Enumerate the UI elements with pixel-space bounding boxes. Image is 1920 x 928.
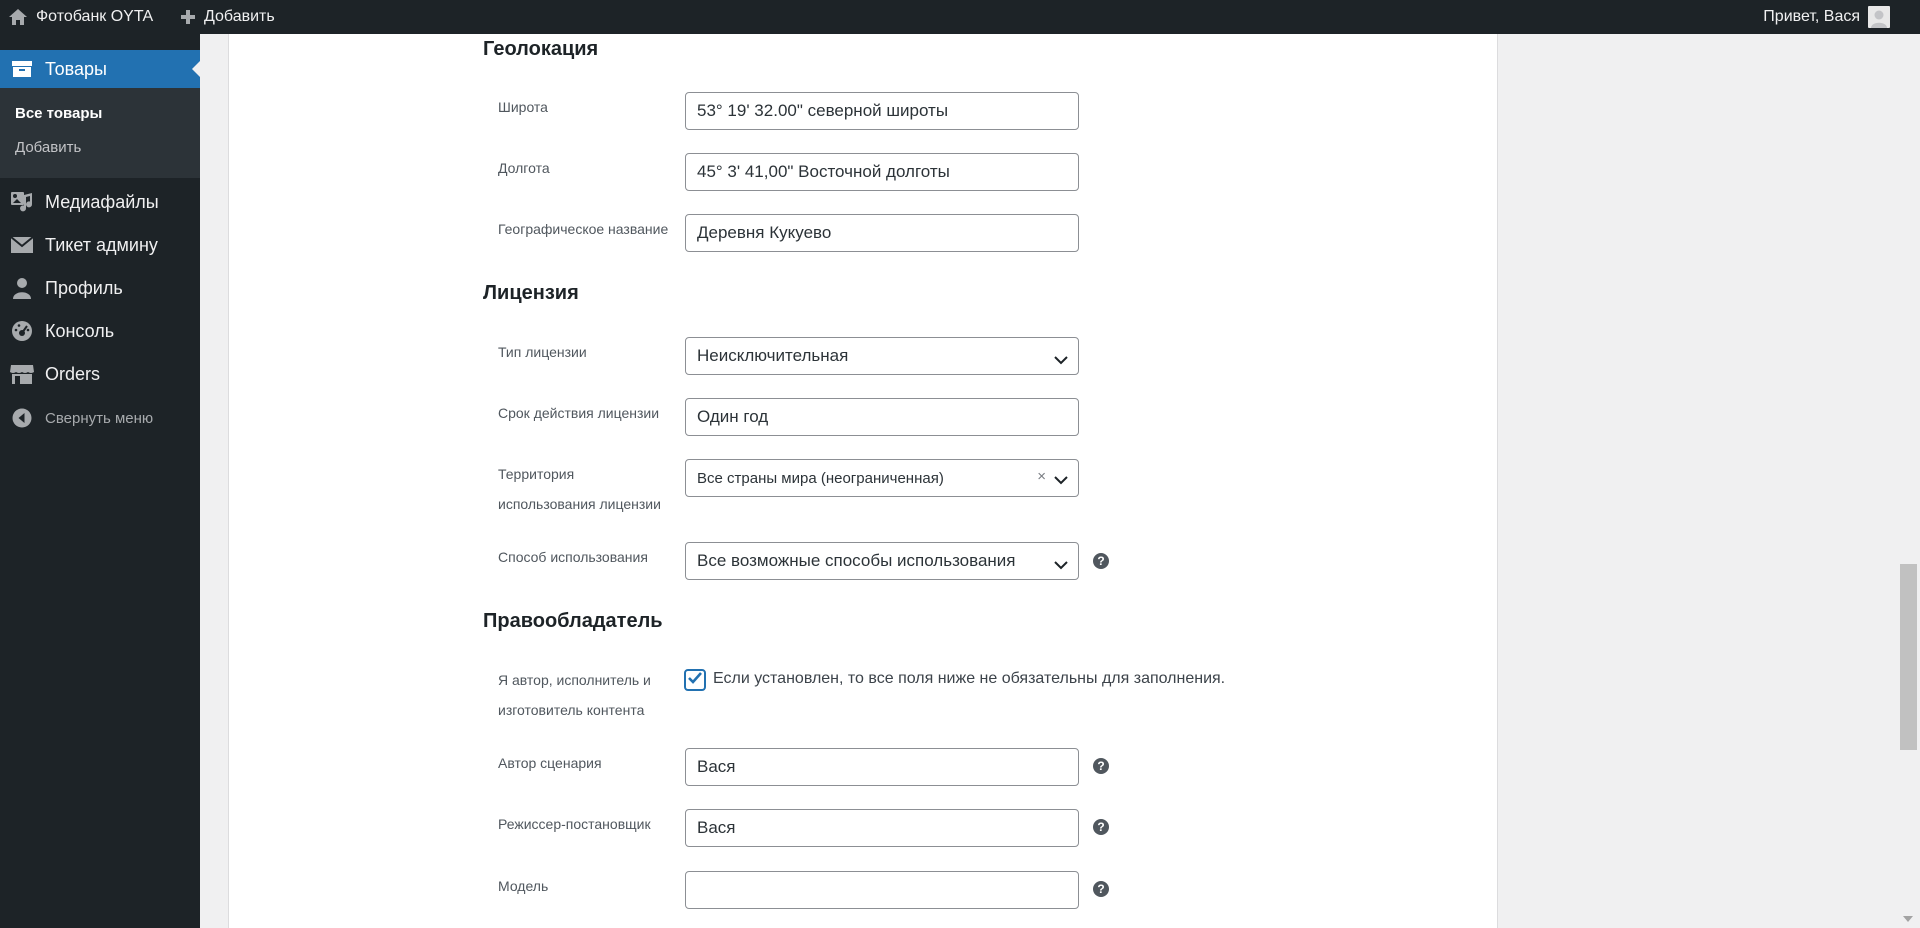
collapse-menu-button[interactable]: Свернуть меню bbox=[0, 400, 200, 436]
section-title-rightholder: Правообладатель bbox=[483, 610, 663, 632]
admin-sidebar: Товары Все товары Добавить Медиафайлы Ти… bbox=[0, 34, 200, 928]
self-author-label: Я автор, исполнитель и изготовитель конт… bbox=[498, 665, 683, 725]
longitude-label: Долгота bbox=[498, 160, 550, 176]
chevron-down-icon bbox=[1054, 350, 1068, 370]
screenwriter-label: Автор сценария bbox=[498, 755, 602, 771]
submenu-all-products[interactable]: Все товары bbox=[15, 105, 102, 122]
usage-method-value: Все возможные способы использования bbox=[697, 551, 1016, 570]
license-territory-label-line2: использования лицензии bbox=[498, 496, 661, 512]
help-icon[interactable]: ? bbox=[1093, 758, 1109, 774]
self-author-description: Если установлен, то все поля ниже не обя… bbox=[713, 670, 1226, 687]
screenwriter-input[interactable]: Вася bbox=[685, 748, 1079, 786]
model-input[interactable] bbox=[685, 871, 1079, 909]
usage-method-select[interactable]: Все возможные способы использования bbox=[685, 542, 1079, 580]
chevron-down-icon bbox=[1054, 555, 1068, 575]
usage-method-label: Способ использования bbox=[498, 549, 648, 565]
dashboard-icon bbox=[10, 319, 34, 343]
section-title-license: Лицензия bbox=[483, 282, 579, 304]
menu-item-media[interactable]: Медиафайлы bbox=[0, 184, 200, 220]
help-icon[interactable]: ? bbox=[1093, 553, 1109, 569]
place-name-input[interactable]: Деревня Кукуево bbox=[685, 214, 1079, 252]
screenwriter-value: Вася bbox=[697, 757, 736, 776]
menu-label-orders: Orders bbox=[45, 363, 101, 384]
site-name: Фотобанк OYTA bbox=[36, 8, 154, 25]
place-name-label: Географическое название bbox=[498, 221, 669, 237]
section-title-geolocation: Геолокация bbox=[483, 38, 599, 60]
menu-label-media: Медиафайлы bbox=[45, 191, 159, 212]
submenu-add-new[interactable]: Добавить bbox=[15, 139, 81, 156]
menu-label-products: Товары bbox=[45, 58, 107, 79]
model-label: Модель bbox=[498, 878, 549, 894]
email-icon bbox=[10, 233, 34, 257]
license-territory-select[interactable]: Все страны мира (неограниченная) × bbox=[685, 459, 1079, 497]
latitude-value: 53° 19' 32.00" северной широты bbox=[697, 101, 949, 120]
latitude-label: Широта bbox=[498, 99, 548, 115]
menu-label-profile: Профиль bbox=[45, 277, 123, 298]
director-label: Режиссер-постановщик bbox=[498, 816, 651, 832]
admin-bar: Фотобанк OYTA Добавить Привет, Вася bbox=[0, 0, 1920, 34]
media-icon bbox=[10, 190, 34, 214]
collapse-menu-label: Свернуть меню bbox=[45, 409, 154, 427]
license-type-label: Тип лицензии bbox=[498, 344, 587, 360]
page-scrollbar[interactable] bbox=[1898, 34, 1920, 928]
license-type-value: Неисключительная bbox=[697, 346, 849, 365]
help-icon[interactable]: ? bbox=[1093, 819, 1109, 835]
archive-icon bbox=[10, 57, 34, 81]
menu-item-products[interactable]: Товары bbox=[0, 50, 200, 88]
menu-label-ticket: Тикет админу bbox=[45, 234, 158, 255]
scrollbar-thumb[interactable] bbox=[1900, 564, 1917, 750]
menu-item-profile[interactable]: Профиль bbox=[0, 270, 200, 306]
longitude-value: 45° 3' 41,00" Восточной долготы bbox=[697, 162, 950, 181]
license-territory-value: Все страны мира (неограниченная) bbox=[697, 469, 944, 487]
longitude-input[interactable]: 45° 3' 41,00" Восточной долготы bbox=[685, 153, 1079, 191]
menu-item-dashboard[interactable]: Консоль bbox=[0, 313, 200, 349]
license-term-value: Один год bbox=[697, 407, 769, 426]
scroll-down-arrow-icon[interactable] bbox=[1903, 916, 1913, 922]
director-input[interactable]: Вася bbox=[685, 809, 1079, 847]
license-term-input[interactable]: Один год bbox=[685, 398, 1079, 436]
self-author-label-line1: Я автор, исполнитель и bbox=[498, 672, 651, 688]
collapse-arrow-icon bbox=[10, 406, 34, 430]
director-value: Вася bbox=[697, 818, 736, 837]
license-type-select[interactable]: Неисключительная bbox=[685, 337, 1079, 375]
place-name-value: Деревня Кукуево bbox=[697, 223, 832, 242]
license-territory-label-line1: Территория bbox=[498, 466, 575, 482]
menu-item-orders[interactable]: Orders bbox=[0, 356, 200, 392]
license-territory-label: Территория использования лицензии bbox=[498, 459, 683, 519]
products-submenu: Все товары Добавить bbox=[0, 88, 200, 178]
new-content-link[interactable]: Добавить bbox=[180, 0, 275, 34]
user-icon bbox=[10, 276, 34, 300]
menu-item-ticket[interactable]: Тикет админу bbox=[0, 227, 200, 263]
plus-icon bbox=[180, 9, 196, 25]
site-home-link[interactable]: Фотобанк OYTA bbox=[8, 0, 153, 34]
clear-selection-icon[interactable]: × bbox=[1037, 468, 1046, 485]
new-content-label: Добавить bbox=[204, 8, 275, 25]
latitude-input[interactable]: 53° 19' 32.00" северной широты bbox=[685, 92, 1079, 130]
self-author-label-line2: изготовитель контента bbox=[498, 702, 645, 718]
license-term-label: Срок действия лицензии bbox=[498, 405, 660, 421]
avatar bbox=[1868, 6, 1890, 28]
self-author-checkbox[interactable] bbox=[684, 669, 706, 691]
checkmark-icon bbox=[687, 671, 703, 690]
menu-label-dashboard: Консоль bbox=[45, 320, 115, 341]
chevron-down-icon bbox=[1054, 472, 1068, 489]
home-icon bbox=[8, 7, 28, 27]
help-icon[interactable]: ? bbox=[1093, 881, 1109, 897]
store-icon bbox=[10, 362, 34, 386]
my-account-link[interactable]: Привет, Вася bbox=[1763, 0, 1890, 34]
greeting-text: Привет, Вася bbox=[1763, 8, 1860, 25]
